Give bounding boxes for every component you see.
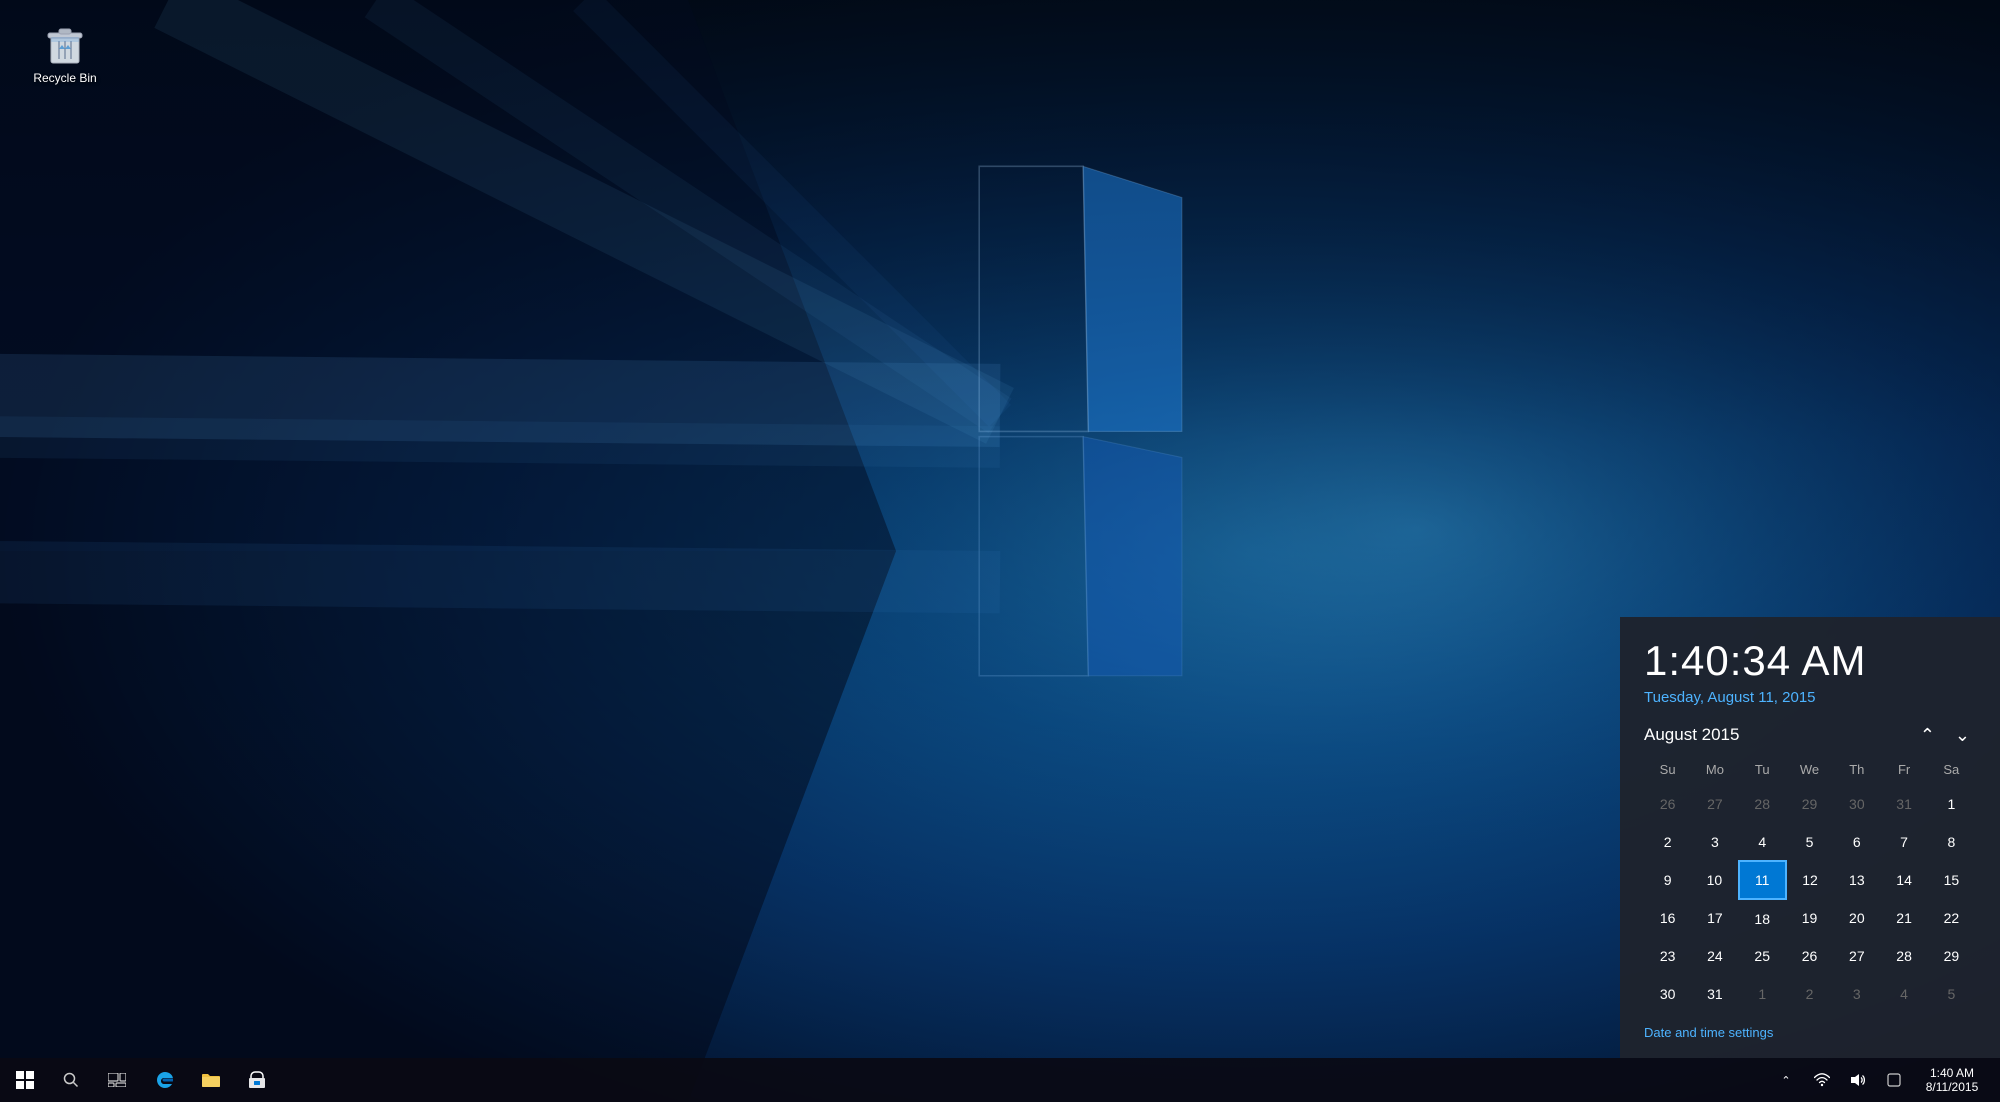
calendar-week-2: 2345678 bbox=[1644, 823, 1975, 861]
store-icon bbox=[248, 1071, 266, 1089]
calendar-week-6: 303112345 bbox=[1644, 975, 1975, 1013]
calendar-day-1[interactable]: 1 bbox=[1739, 975, 1786, 1013]
volume-icon bbox=[1850, 1073, 1866, 1087]
chevron-up-icon: ⌃ bbox=[1781, 1074, 1790, 1087]
edge-icon bbox=[155, 1070, 175, 1090]
calendar-day-19[interactable]: 19 bbox=[1786, 899, 1833, 937]
tray-network-button[interactable] bbox=[1804, 1058, 1840, 1102]
taskbar-edge-button[interactable] bbox=[142, 1058, 188, 1102]
calendar-day-30[interactable]: 30 bbox=[1833, 785, 1880, 823]
calendar-day-5[interactable]: 5 bbox=[1786, 823, 1833, 861]
calendar-week-4: 16171819202122 bbox=[1644, 899, 1975, 937]
day-header-tu: Tu bbox=[1739, 758, 1786, 785]
calendar-day-31[interactable]: 31 bbox=[1880, 785, 1927, 823]
calendar-header: August 2015 ⌃ ⌄ bbox=[1644, 724, 1976, 746]
calendar-week-1: 2627282930311 bbox=[1644, 785, 1975, 823]
calendar-day-24[interactable]: 24 bbox=[1691, 937, 1738, 975]
calendar-day-14[interactable]: 14 bbox=[1880, 861, 1927, 899]
calendar-day-5[interactable]: 5 bbox=[1928, 975, 1975, 1013]
calendar-month-year: August 2015 bbox=[1644, 725, 1739, 745]
calendar-day-13[interactable]: 13 bbox=[1833, 861, 1880, 899]
calendar-day-11[interactable]: 11 bbox=[1739, 861, 1786, 899]
tray-volume-button[interactable] bbox=[1840, 1058, 1876, 1102]
calendar-week-5: 23242526272829 bbox=[1644, 937, 1975, 975]
calendar-day-6[interactable]: 6 bbox=[1833, 823, 1880, 861]
recycle-bin-label: Recycle Bin bbox=[33, 71, 96, 85]
day-header-mo: Mo bbox=[1691, 758, 1738, 785]
calendar-day-2[interactable]: 2 bbox=[1644, 823, 1691, 861]
notification-icon bbox=[1887, 1073, 1901, 1087]
calendar-day-20[interactable]: 20 bbox=[1833, 899, 1880, 937]
day-header-th: Th bbox=[1833, 758, 1880, 785]
calendar-prev-button[interactable]: ⌃ bbox=[1914, 724, 1941, 746]
start-button[interactable] bbox=[0, 1058, 50, 1102]
calendar-day-18[interactable]: 18 bbox=[1739, 899, 1786, 937]
calendar-day-28[interactable]: 28 bbox=[1880, 937, 1927, 975]
calendar-day-29[interactable]: 29 bbox=[1928, 937, 1975, 975]
taskbar-search-button[interactable] bbox=[50, 1058, 92, 1102]
calendar-body: 2627282930311234567891011121314151617181… bbox=[1644, 785, 1975, 1013]
calendar-day-21[interactable]: 21 bbox=[1880, 899, 1927, 937]
taskbar-clock[interactable]: 1:40 AM 8/11/2015 bbox=[1912, 1058, 1992, 1102]
calendar-nav: ⌃ ⌄ bbox=[1914, 724, 1976, 746]
calendar-day-28[interactable]: 28 bbox=[1739, 785, 1786, 823]
calendar-popup: 1:40:34 AM Tuesday, August 11, 2015 Augu… bbox=[1620, 617, 2000, 1058]
calendar-day-27[interactable]: 27 bbox=[1833, 937, 1880, 975]
calendar-day-10[interactable]: 10 bbox=[1691, 861, 1738, 899]
day-header-we: We bbox=[1786, 758, 1833, 785]
taskbar-file-explorer-button[interactable] bbox=[188, 1058, 234, 1102]
day-header-fr: Fr bbox=[1880, 758, 1927, 785]
calendar-time: 1:40:34 AM bbox=[1644, 637, 1976, 685]
calendar-day-27[interactable]: 27 bbox=[1691, 785, 1738, 823]
taskbar: ⌃ bbox=[0, 1058, 2000, 1102]
taskbar-tray: ⌃ bbox=[1768, 1058, 2000, 1102]
calendar-day-29[interactable]: 29 bbox=[1786, 785, 1833, 823]
calendar-day-3[interactable]: 3 bbox=[1691, 823, 1738, 861]
taskbar-date: 8/11/2015 bbox=[1926, 1080, 1979, 1094]
calendar-day-9[interactable]: 9 bbox=[1644, 861, 1691, 899]
recycle-bin-svg bbox=[41, 19, 89, 67]
calendar-day-4[interactable]: 4 bbox=[1739, 823, 1786, 861]
calendar-next-button[interactable]: ⌄ bbox=[1949, 724, 1976, 746]
calendar-day-26[interactable]: 26 bbox=[1644, 785, 1691, 823]
calendar-day-22[interactable]: 22 bbox=[1928, 899, 1975, 937]
calendar-day-25[interactable]: 25 bbox=[1739, 937, 1786, 975]
task-view-icon bbox=[108, 1073, 126, 1087]
calendar-day-4[interactable]: 4 bbox=[1880, 975, 1927, 1013]
calendar-week-3: 9101112131415 bbox=[1644, 861, 1975, 899]
calendar-day-3[interactable]: 3 bbox=[1833, 975, 1880, 1013]
recycle-bin-icon[interactable]: Recycle Bin bbox=[25, 15, 105, 89]
calendar-day-headers: Su Mo Tu We Th Fr Sa bbox=[1644, 758, 1975, 785]
calendar-day-23[interactable]: 23 bbox=[1644, 937, 1691, 975]
task-view-button[interactable] bbox=[92, 1058, 142, 1102]
calendar-date-full: Tuesday, August 11, 2015 bbox=[1644, 689, 1976, 706]
calendar-day-7[interactable]: 7 bbox=[1880, 823, 1927, 861]
taskbar-store-button[interactable] bbox=[234, 1058, 280, 1102]
calendar-day-15[interactable]: 15 bbox=[1928, 861, 1975, 899]
windows-logo-icon bbox=[16, 1071, 34, 1089]
tray-expand-button[interactable]: ⌃ bbox=[1768, 1058, 1804, 1102]
calendar-day-17[interactable]: 17 bbox=[1691, 899, 1738, 937]
calendar-day-16[interactable]: 16 bbox=[1644, 899, 1691, 937]
taskbar-time: 1:40 AM bbox=[1930, 1066, 1974, 1080]
calendar-day-12[interactable]: 12 bbox=[1786, 861, 1833, 899]
calendar-day-8[interactable]: 8 bbox=[1928, 823, 1975, 861]
calendar-day-26[interactable]: 26 bbox=[1786, 937, 1833, 975]
calendar-day-2[interactable]: 2 bbox=[1786, 975, 1833, 1013]
folder-icon bbox=[201, 1072, 221, 1088]
calendar-grid: Su Mo Tu We Th Fr Sa 2627282930311234567… bbox=[1644, 758, 1976, 1013]
network-icon bbox=[1814, 1073, 1830, 1087]
date-time-settings-link[interactable]: Date and time settings bbox=[1644, 1025, 1773, 1040]
desktop: Recycle Bin 1:40:34 AM Tuesday, August 1… bbox=[0, 0, 2000, 1102]
tray-notifications-button[interactable] bbox=[1876, 1058, 1912, 1102]
calendar-day-1[interactable]: 1 bbox=[1928, 785, 1975, 823]
calendar-day-30[interactable]: 30 bbox=[1644, 975, 1691, 1013]
calendar-day-31[interactable]: 31 bbox=[1691, 975, 1738, 1013]
search-icon bbox=[63, 1072, 79, 1088]
day-header-su: Su bbox=[1644, 758, 1691, 785]
day-header-sa: Sa bbox=[1928, 758, 1975, 785]
